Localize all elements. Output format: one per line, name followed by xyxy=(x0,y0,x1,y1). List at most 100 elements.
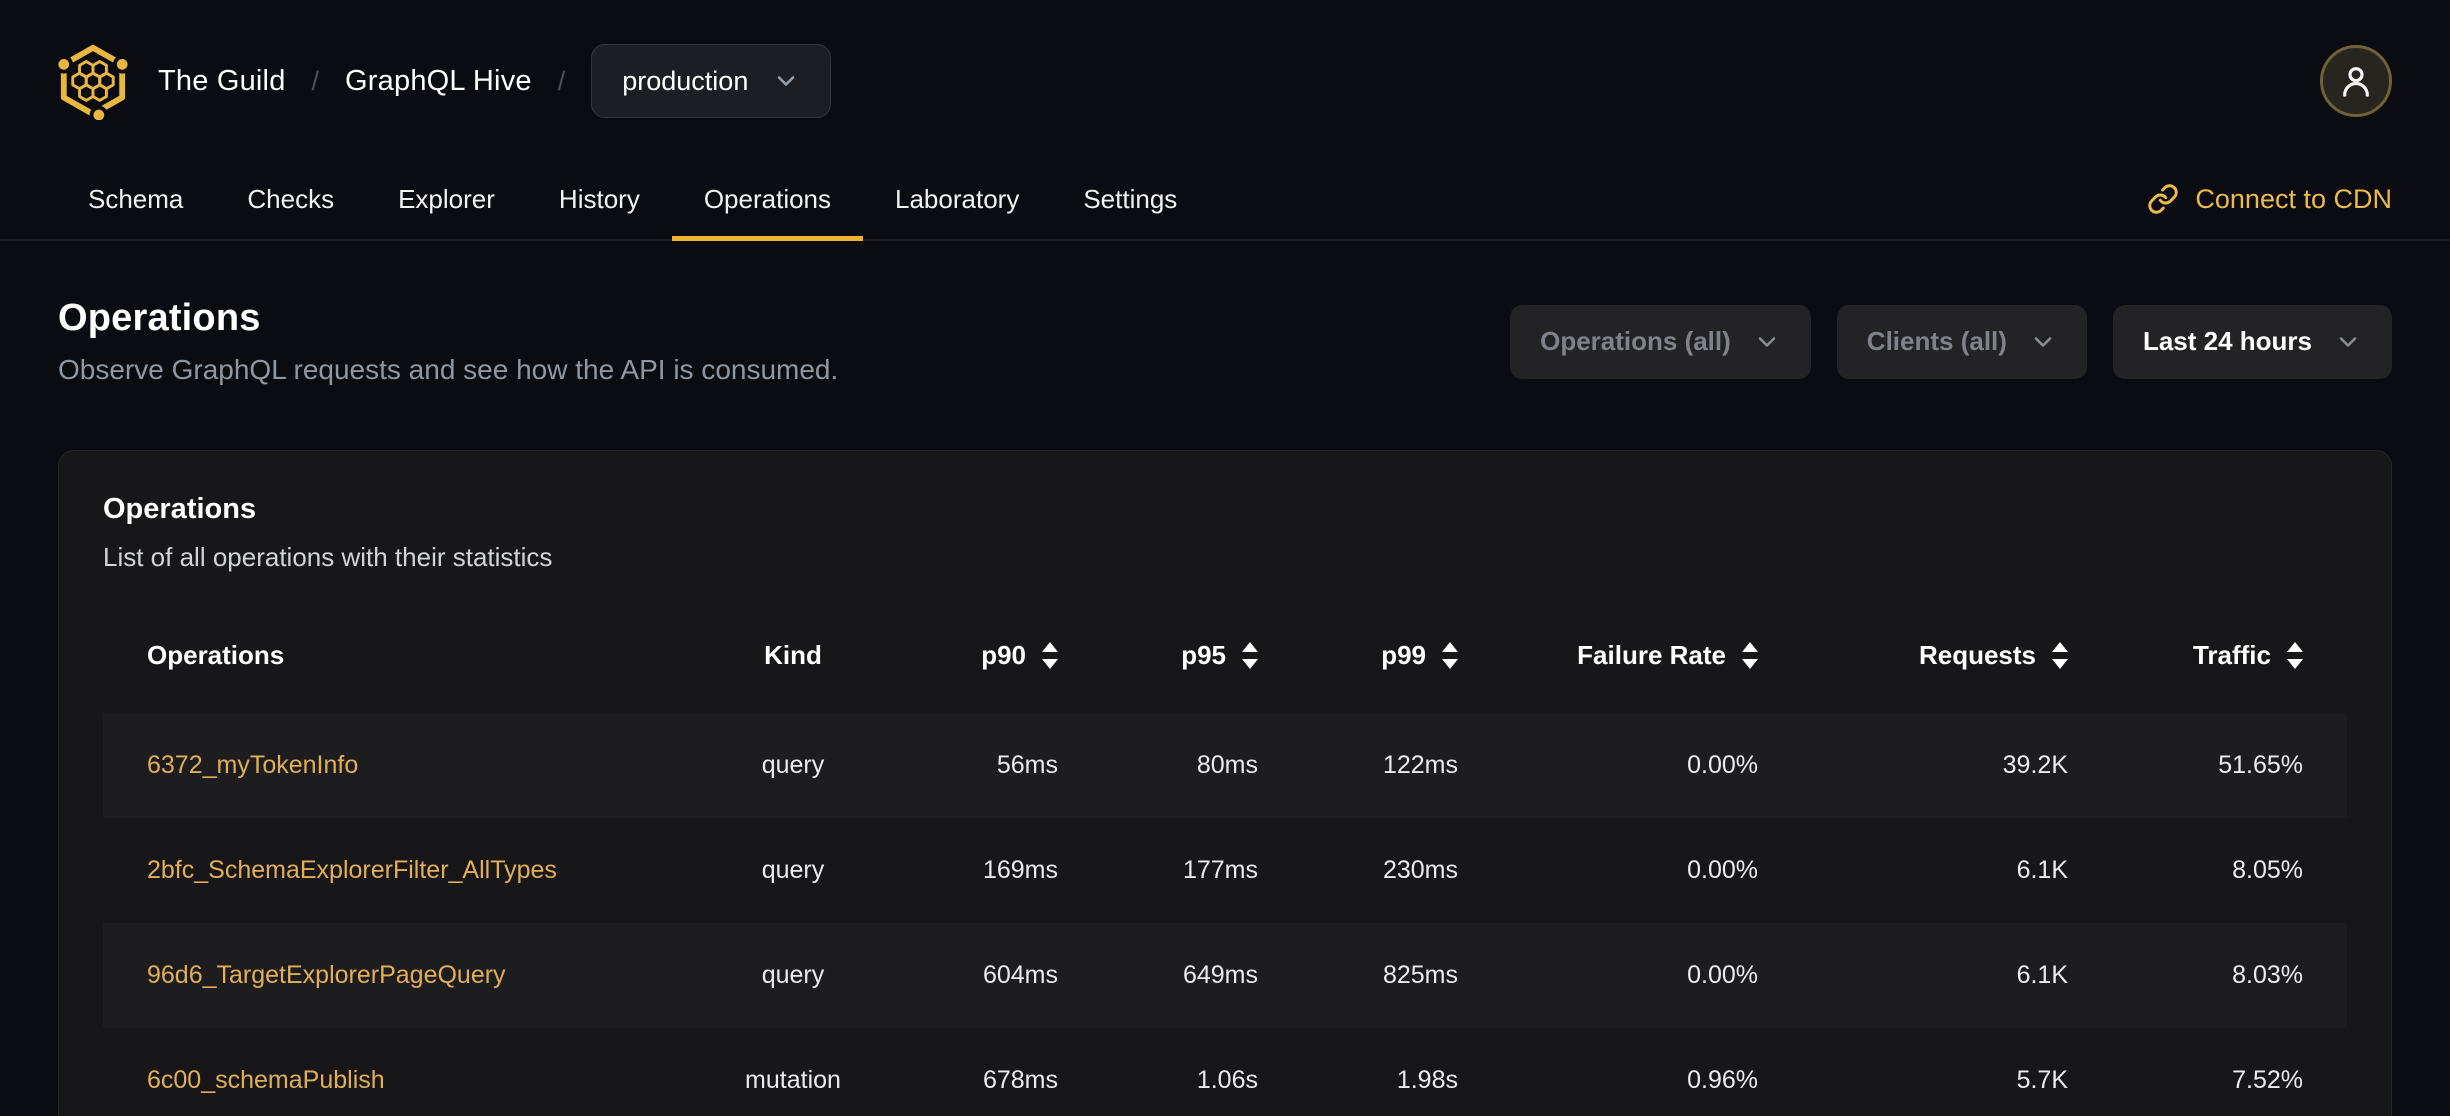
cell-requests: 39.2K xyxy=(2002,751,2068,779)
target-selector-value: production xyxy=(622,65,749,96)
clients-filter-dropdown[interactable]: Clients (all) xyxy=(1836,304,2087,379)
tab-schema[interactable]: Schema xyxy=(56,168,215,241)
column-header-p99[interactable]: p99 xyxy=(1258,640,1458,671)
cell-requests: 6.1K xyxy=(2016,961,2068,989)
filter-bar: Operations (all) Clients (all) Last 24 h… xyxy=(1510,304,2392,379)
operation-link[interactable]: 6372_myTokenInfo xyxy=(147,751,358,779)
sort-asc-icon[interactable] xyxy=(2287,641,2303,652)
cell-p95: 177ms xyxy=(1182,856,1258,884)
column-header-kind: Kind xyxy=(764,639,822,670)
column-header-requests[interactable]: Requests xyxy=(1758,640,2068,671)
column-header-traffic[interactable]: Traffic xyxy=(2068,640,2347,671)
link-icon xyxy=(2148,184,2179,214)
target-selector-dropdown[interactable]: production xyxy=(591,44,832,118)
cell-p95: 80ms xyxy=(1196,751,1258,779)
period-filter-dropdown[interactable]: Last 24 hours xyxy=(2112,304,2392,379)
cell-traffic: 51.65% xyxy=(2218,751,2303,779)
page-header-text: Operations Observe GraphQL requests and … xyxy=(58,297,838,386)
user-avatar-button[interactable] xyxy=(2320,45,2392,117)
operation-link[interactable]: 6c00_schemaPublish xyxy=(147,1066,385,1094)
sort-desc-icon[interactable] xyxy=(2052,658,2068,669)
sort-asc-icon[interactable] xyxy=(1242,641,1258,652)
table-body: 6372_myTokenInfo query 56ms 80ms 122ms 0… xyxy=(103,713,2347,1116)
sort-desc-icon[interactable] xyxy=(1442,658,1458,669)
cell-p90: 169ms xyxy=(982,856,1058,884)
sort-asc-icon[interactable] xyxy=(1442,641,1458,652)
column-header-p90[interactable]: p90 xyxy=(868,640,1058,671)
table-row: 6372_myTokenInfo query 56ms 80ms 122ms 0… xyxy=(103,713,2347,818)
cell-p90: 604ms xyxy=(982,961,1058,989)
operations-filter-label: Operations (all) xyxy=(1540,326,1731,356)
breadcrumb-separator: / xyxy=(311,65,320,96)
cell-p95: 649ms xyxy=(1182,961,1258,989)
cell-p99: 122ms xyxy=(1382,751,1458,779)
sort-desc-icon[interactable] xyxy=(1742,658,1758,669)
cell-p90: 56ms xyxy=(996,751,1058,779)
sort-icon[interactable] xyxy=(1042,641,1058,669)
column-header-p95[interactable]: p95 xyxy=(1058,640,1258,671)
cell-failure-rate: 0.96% xyxy=(1687,1066,1758,1094)
operation-link[interactable]: 96d6_TargetExplorerPageQuery xyxy=(147,961,506,989)
sort-desc-icon[interactable] xyxy=(2287,658,2303,669)
tab-settings[interactable]: Settings xyxy=(1051,168,1209,241)
sort-icon[interactable] xyxy=(1242,641,1258,669)
cell-requests: 5.7K xyxy=(2016,1066,2068,1094)
operation-link[interactable]: 2bfc_SchemaExplorerFilter_AllTypes xyxy=(147,856,557,884)
page-subtitle: Observe GraphQL requests and see how the… xyxy=(58,354,839,385)
cell-p99: 230ms xyxy=(1382,856,1458,884)
sort-icon[interactable] xyxy=(2287,641,2303,669)
table-header-row: Operations Kind p90 p95 p99 Failure Rate… xyxy=(103,613,2347,697)
sort-asc-icon[interactable] xyxy=(1042,641,1058,652)
period-filter-label: Last 24 hours xyxy=(2142,326,2312,356)
top-bar: The Guild / GraphQL Hive / production xyxy=(0,0,2450,125)
breadcrumb-separator: / xyxy=(557,65,566,96)
cell-failure-rate: 0.00% xyxy=(1687,961,1758,989)
tab-explorer[interactable]: Explorer xyxy=(366,168,527,241)
cell-traffic: 8.05% xyxy=(2232,856,2303,884)
column-header-failure-rate[interactable]: Failure Rate xyxy=(1458,640,1758,671)
cell-p99: 1.98s xyxy=(1396,1066,1458,1094)
sort-asc-icon[interactable] xyxy=(2052,641,2068,652)
breadcrumb-project[interactable]: GraphQL Hive xyxy=(345,65,532,98)
sort-icon[interactable] xyxy=(2052,641,2068,669)
operations-filter-dropdown[interactable]: Operations (all) xyxy=(1510,304,1811,379)
chevron-down-icon xyxy=(778,76,795,86)
hive-logo-icon[interactable] xyxy=(54,42,132,125)
column-header-operations: Operations xyxy=(147,639,285,670)
sort-desc-icon[interactable] xyxy=(1242,658,1258,669)
cell-p95: 1.06s xyxy=(1196,1066,1258,1094)
chevron-down-icon xyxy=(2339,336,2357,347)
tab-operations[interactable]: Operations xyxy=(671,168,864,241)
operations-card: Operations List of all operations with t… xyxy=(58,450,2392,1116)
table-row: 6c00_schemaPublish mutation 678ms 1.06s … xyxy=(103,1028,2347,1116)
card-title: Operations xyxy=(103,493,257,525)
card-subtitle: List of all operations with their statis… xyxy=(103,542,553,572)
sort-desc-icon[interactable] xyxy=(1042,658,1058,669)
cell-requests: 6.1K xyxy=(2016,856,2068,884)
user-icon xyxy=(2343,67,2369,97)
chevron-down-icon xyxy=(2034,336,2052,347)
tab-history[interactable]: History xyxy=(527,168,672,241)
main-nav: Schema Checks Explorer History Operation… xyxy=(0,168,2450,241)
tab-laboratory[interactable]: Laboratory xyxy=(863,168,1051,241)
cell-p99: 825ms xyxy=(1382,961,1458,989)
cell-traffic: 8.03% xyxy=(2232,961,2303,989)
breadcrumb-org[interactable]: The Guild xyxy=(158,65,286,98)
cell-kind: query xyxy=(761,751,825,779)
sort-asc-icon[interactable] xyxy=(1742,641,1758,652)
operations-table: Operations Kind p90 p95 p99 Failure Rate… xyxy=(103,613,2347,1116)
chevron-down-icon xyxy=(1758,336,1776,347)
connect-to-cdn-link[interactable]: Connect to CDN xyxy=(2147,183,2392,215)
table-row: 2bfc_SchemaExplorerFilter_AllTypes query… xyxy=(103,818,2347,923)
sort-icon[interactable] xyxy=(1442,641,1458,669)
page-header: Operations Observe GraphQL requests and … xyxy=(58,297,2392,386)
cell-p90: 678ms xyxy=(982,1066,1058,1094)
cell-traffic: 7.52% xyxy=(2232,1066,2303,1094)
cell-kind: query xyxy=(761,961,825,989)
sort-icon[interactable] xyxy=(1742,641,1758,669)
cell-kind: mutation xyxy=(745,1066,841,1094)
tab-checks[interactable]: Checks xyxy=(215,168,366,241)
cell-kind: query xyxy=(761,856,825,884)
table-row: 96d6_TargetExplorerPageQuery query 604ms… xyxy=(103,923,2347,1028)
cell-failure-rate: 0.00% xyxy=(1687,856,1758,884)
